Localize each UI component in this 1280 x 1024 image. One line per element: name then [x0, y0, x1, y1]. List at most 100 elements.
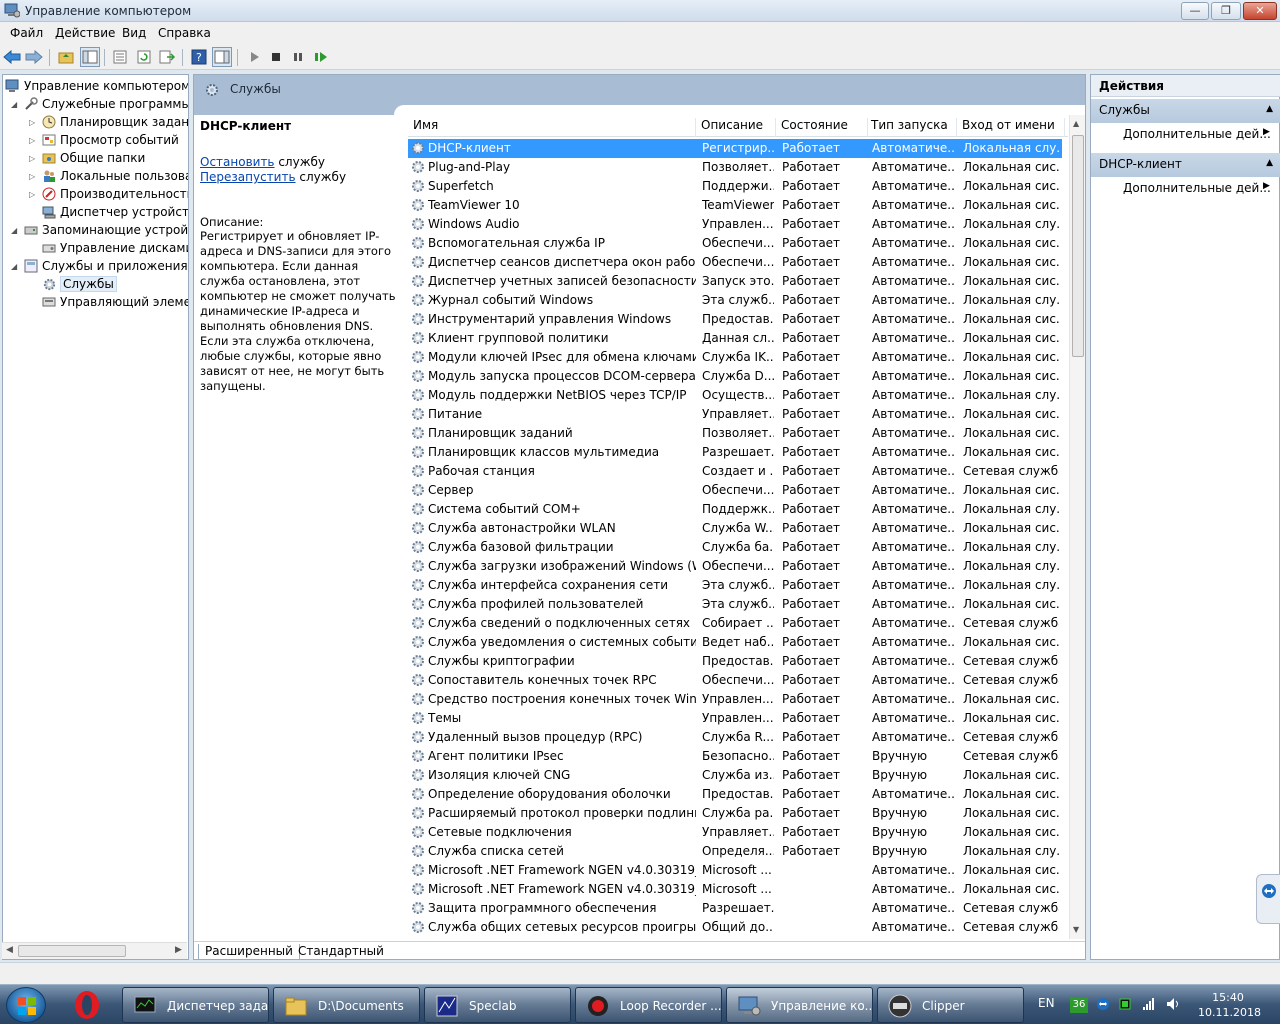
scroll-up-icon[interactable]: ▲: [1073, 119, 1079, 128]
column-status[interactable]: Состояние: [776, 118, 868, 137]
tray-badge[interactable]: 36: [1070, 997, 1088, 1013]
table-row[interactable]: Защита программного обеспечения Разрешает…: [408, 899, 1062, 918]
menu-view[interactable]: Вид: [122, 26, 146, 40]
table-row[interactable]: Служба базовой фильтрации Служба ба... Раб…: [408, 538, 1062, 557]
show-actions-button[interactable]: [212, 47, 232, 67]
table-row[interactable]: Клиент групповой политики Данная сл... Раб…: [408, 329, 1062, 348]
menu-file[interactable]: Файл: [10, 26, 43, 40]
collapse-icon[interactable]: ◢: [11, 262, 21, 271]
table-row[interactable]: Изоляция ключей CNG Служба из... Работает В…: [408, 766, 1062, 785]
table-row[interactable]: Модуль запуска процессов DCOM-сервера Слу…: [408, 367, 1062, 386]
expand-icon[interactable]: ▷: [29, 118, 39, 127]
table-row[interactable]: Агент политики IPsec Безопасно... Работает…: [408, 747, 1062, 766]
table-row[interactable]: Планировщик классов мультимедиа Разрешает…: [408, 443, 1062, 462]
more-actions-dhcp[interactable]: Дополнительные дей... ▶: [1123, 181, 1271, 195]
table-row[interactable]: Сопоставитель конечных точек RPC Обеспечи…: [408, 671, 1062, 690]
language-indicator[interactable]: EN: [1038, 996, 1055, 1010]
table-row[interactable]: Система событий COM+ Поддержк... Работает А…: [408, 500, 1062, 519]
table-row[interactable]: Сервер Обеспечи... Работает Автоматиче... Ло…: [408, 481, 1062, 500]
opera-pinned[interactable]: [70, 989, 104, 1021]
network-icon[interactable]: [1142, 997, 1156, 1011]
expand-icon[interactable]: ▷: [29, 136, 39, 145]
expand-icon[interactable]: ▷: [29, 172, 39, 181]
actions-group-services[interactable]: Службы ▲: [1091, 99, 1280, 123]
column-startup-type[interactable]: Тип запуска: [866, 118, 957, 137]
menu-action[interactable]: Действие: [55, 26, 115, 40]
scroll-thumb[interactable]: [18, 945, 126, 957]
table-row[interactable]: Службы криптографии Предостав... Работает А…: [408, 652, 1062, 671]
column-description[interactable]: Описание: [696, 118, 776, 137]
refresh-button[interactable]: [134, 47, 154, 67]
teamviewer-tray-icon[interactable]: [1096, 997, 1110, 1011]
restart-service-link[interactable]: Перезапустить: [200, 170, 296, 184]
tree-horizontal-scrollbar[interactable]: ◀ ▶: [2, 942, 187, 959]
collapse-up-icon[interactable]: ▲: [1266, 158, 1273, 168]
table-row[interactable]: Windows Audio Управлен... Работает Автомати…: [408, 215, 1062, 234]
tree-item-services[interactable]: Службы: [41, 275, 117, 293]
table-row[interactable]: Служба интерфейса сохранения сети Эта слу…: [408, 576, 1062, 595]
stop-service-link[interactable]: Остановить: [200, 155, 275, 169]
restart-service-button[interactable]: [311, 47, 331, 67]
teamviewer-panel-tab[interactable]: [1256, 874, 1280, 924]
table-row[interactable]: Удаленный вызов процедур (RPC) Служба R..…: [408, 728, 1062, 747]
show-tree-button[interactable]: [80, 47, 100, 67]
stop-service-button[interactable]: [266, 47, 286, 67]
table-row[interactable]: Служба общих сетевых ресурсов проигрыват…: [408, 918, 1062, 937]
table-row[interactable]: Вспомогательная служба IP Обеспечи... Рабо…: [408, 234, 1062, 253]
table-row[interactable]: Microsoft .NET Framework NGEN v4.0.30319…: [408, 880, 1062, 899]
table-row[interactable]: TeamViewer 10 TeamViewer... Работает Автома…: [408, 196, 1062, 215]
table-row[interactable]: Планировщик заданий Позволяет... Работает А…: [408, 424, 1062, 443]
table-row[interactable]: Служба профилей пользователей Эта служб..…: [408, 595, 1062, 614]
table-row[interactable]: Служба загрузки изображений Windows (WIA…: [408, 557, 1062, 576]
pause-service-button[interactable]: [288, 47, 308, 67]
tree-item-utilities[interactable]: ◢ Служебные программы: [11, 95, 188, 113]
back-button[interactable]: [2, 47, 22, 67]
task-clipper[interactable]: Clipper: [877, 987, 1024, 1023]
collapse-icon[interactable]: ◢: [11, 100, 21, 109]
maximize-button[interactable]: ❐: [1211, 2, 1241, 20]
help-button[interactable]: ?: [189, 47, 209, 67]
tree-item-storage[interactable]: ◢ Запоминающие устройст: [11, 221, 188, 239]
table-row[interactable]: Superfetch Поддержи... Работает Автоматиче.…: [408, 177, 1062, 196]
tree-item-task-scheduler[interactable]: ▷ Планировщик заданий: [29, 113, 188, 131]
column-logon[interactable]: Вход от имени: [957, 118, 1065, 137]
table-row[interactable]: Темы Управлен... Работает Автоматиче... Лока…: [408, 709, 1062, 728]
actions-group-dhcp[interactable]: DHCP-клиент ▲: [1091, 153, 1280, 177]
volume-icon[interactable]: [1166, 997, 1180, 1011]
menu-help[interactable]: Справка: [158, 26, 211, 40]
tree-item-performance[interactable]: ▷ Производительность: [29, 185, 188, 203]
table-row[interactable]: Сетевые подключения Управляет... Работает В…: [408, 823, 1062, 842]
table-row[interactable]: Служба автонастройки WLAN Служба W... Рабо…: [408, 519, 1062, 538]
close-button[interactable]: ✕: [1243, 2, 1277, 20]
scroll-right-icon[interactable]: ▶: [175, 945, 182, 955]
task-loop-recorder[interactable]: Loop Recorder ...: [575, 987, 722, 1023]
task-task-manager[interactable]: Диспетчер зада...: [122, 987, 269, 1023]
tree-item-device-manager[interactable]: Диспетчер устройств: [41, 203, 188, 221]
up-level-button[interactable]: [56, 47, 76, 67]
table-row[interactable]: Модуль поддержки NetBIOS через TCP/IP Осу…: [408, 386, 1062, 405]
task-documents[interactable]: D:\Documents: [273, 987, 420, 1023]
table-row[interactable]: Microsoft .NET Framework NGEN v4.0.30319…: [408, 861, 1062, 880]
clock[interactable]: 15:40 10.11.2018: [1198, 990, 1261, 1020]
tree-root[interactable]: Управление компьютером (л: [5, 77, 188, 95]
more-actions-services[interactable]: Дополнительные дей... ▶: [1123, 127, 1271, 141]
minimize-button[interactable]: —: [1181, 2, 1209, 20]
tree-item-services-apps[interactable]: ◢ Службы и приложения: [11, 257, 188, 275]
tab-standard[interactable]: Стандартный: [292, 944, 390, 959]
tree-item-shared-folders[interactable]: ▷ Общие папки: [29, 149, 145, 167]
tree-item-disk-management[interactable]: Управление дисками: [41, 239, 188, 257]
table-row[interactable]: Инструментарий управления Windows Предост…: [408, 310, 1062, 329]
tab-extended[interactable]: Расширенный: [198, 944, 300, 959]
tree-item-wmi-control[interactable]: Управляющий элемен: [41, 293, 188, 311]
tree-item-local-users[interactable]: ▷ Локальные пользовате: [29, 167, 188, 185]
list-vertical-scrollbar[interactable]: ▲ ▼: [1069, 115, 1085, 939]
table-row[interactable]: Журнал событий Windows Эта служб... Работа…: [408, 291, 1062, 310]
scroll-thumb[interactable]: [1072, 135, 1084, 357]
export-list-button[interactable]: [157, 47, 177, 67]
start-button[interactable]: [6, 987, 46, 1023]
table-row[interactable]: Расширяемый протокол проверки подлинно..…: [408, 804, 1062, 823]
table-row[interactable]: Диспетчер учетных записей безопасности За…: [408, 272, 1062, 291]
table-row[interactable]: Определение оборудования оболочки Предост…: [408, 785, 1062, 804]
table-row[interactable]: Служба списка сетей Определя... Работает Вр…: [408, 842, 1062, 861]
column-name[interactable]: Имя: [408, 118, 696, 137]
